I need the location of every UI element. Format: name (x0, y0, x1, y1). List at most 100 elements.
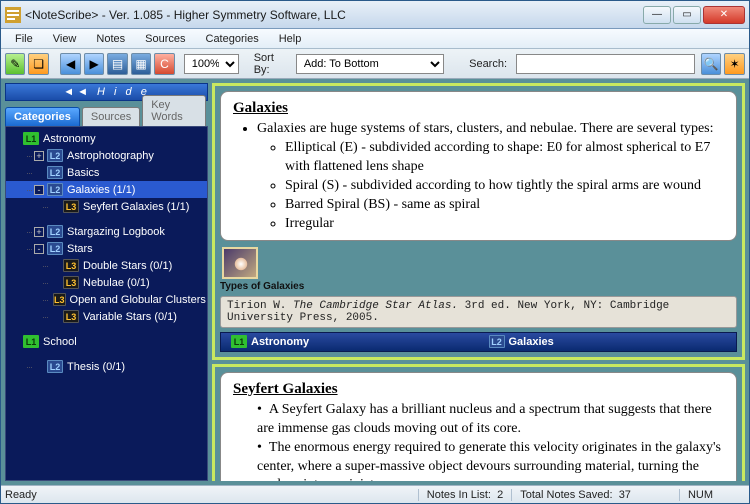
level-badge: L3 (63, 310, 79, 323)
minimize-button[interactable]: — (643, 6, 671, 24)
prev-button[interactable]: ◀ (60, 53, 80, 75)
zoom-select[interactable]: 100% (184, 54, 239, 74)
tree-spacer (50, 261, 60, 271)
note-bullet: Irregular (285, 215, 724, 234)
sort-label: Sort By: (254, 52, 290, 76)
note-group-2: Seyfert Galaxies • A Seyfert Galaxy has … (212, 364, 745, 481)
level-badge: L1 (23, 335, 39, 348)
tree-spacer (34, 168, 44, 178)
menubar: File View Notes Sources Categories Help (1, 29, 749, 49)
status-ready: Ready (5, 489, 37, 501)
note-text: Galaxies are huge systems of stars, clus… (257, 121, 714, 136)
note-bullet: Spiral (S) - subdivided according to how… (285, 177, 724, 196)
note-title: Galaxies (233, 98, 724, 118)
tree-item-label: Basics (67, 167, 99, 179)
tree-item-label: Stargazing Logbook (67, 226, 165, 238)
crumb-galaxies[interactable]: L2Galaxies (479, 335, 737, 348)
maximize-button[interactable]: ▭ (673, 6, 701, 24)
tree-item[interactable]: ···+L2Stargazing Logbook (6, 223, 207, 240)
delete-button[interactable]: C (154, 53, 174, 75)
note-card-seyfert[interactable]: Seyfert Galaxies • A Seyfert Galaxy has … (220, 372, 737, 481)
level-badge: L2 (47, 360, 63, 373)
level-badge: L2 (47, 225, 63, 238)
citation-title: The Cambridge Star Atlas. (293, 300, 458, 312)
tree-item-label: Thesis (0/1) (67, 361, 125, 373)
expand-icon[interactable]: + (34, 227, 44, 237)
collapse-icon[interactable]: - (34, 244, 44, 254)
tree-item-label: Astrophotography (67, 150, 154, 162)
tab-keywords[interactable]: Key Words (142, 95, 206, 126)
menu-notes[interactable]: Notes (86, 31, 135, 47)
tree-item[interactable]: ···L2Basics (6, 164, 207, 181)
tree-spacer (50, 278, 60, 288)
tree-item[interactable]: ···-L2Stars (6, 240, 207, 257)
attachment-label: Types of Galaxies (220, 281, 304, 292)
crumb-astronomy[interactable]: L1Astronomy (221, 335, 479, 348)
workarea: ◄◄ H i d e Categories Sources Key Words … (1, 79, 749, 485)
tree-item-label: Stars (67, 243, 93, 255)
sortby-select[interactable]: Add: To Bottom (296, 54, 444, 74)
menu-file[interactable]: File (5, 31, 43, 47)
tree-spacer (34, 362, 44, 372)
new-note-button[interactable]: ✎ (5, 53, 25, 75)
collapse-icon[interactable]: - (34, 185, 44, 195)
close-button[interactable]: ✕ (703, 6, 745, 24)
tree-item[interactable]: ···L3Seyfert Galaxies (1/1) (6, 198, 207, 215)
left-tabs: Categories Sources Key Words (5, 104, 208, 126)
level-badge: L2 (47, 242, 63, 255)
level-badge: L1 (23, 132, 39, 145)
menu-help[interactable]: Help (269, 31, 312, 47)
tree-item[interactable]: ···L3Double Stars (0/1) (6, 257, 207, 274)
window-titlebar: <NoteScribe> - Ver. 1.085 - Higher Symme… (1, 1, 749, 29)
level-badge: L2 (47, 183, 63, 196)
level-badge: L3 (63, 276, 79, 289)
tree-item[interactable]: ···+L2Astrophotography (6, 147, 207, 164)
expand-icon[interactable]: + (34, 151, 44, 161)
tree-spacer (50, 312, 60, 322)
tab-categories[interactable]: Categories (5, 107, 80, 126)
tree-item[interactable]: L1 School (6, 333, 207, 350)
statusbar: Ready Notes In List: 2 Total Notes Saved… (1, 485, 749, 503)
window-title: <NoteScribe> - Ver. 1.085 - Higher Symme… (25, 8, 641, 22)
tree-item-label: Seyfert Galaxies (1/1) (83, 201, 189, 213)
search-input[interactable] (516, 54, 695, 74)
category-tree[interactable]: L1Astronomy···+L2Astrophotography···L2Ba… (5, 126, 208, 481)
tree-item-label: Galaxies (1/1) (67, 184, 135, 196)
search-go-button[interactable]: 🔍 (701, 53, 721, 75)
tree-spacer (50, 202, 60, 212)
next-button[interactable]: ▶ (84, 53, 104, 75)
tree-item-label: Open and Globular Clusters (0/1) (70, 294, 208, 306)
tree-item[interactable]: ···L3Nebulae (0/1) (6, 274, 207, 291)
tool-button-right[interactable]: ✶ (724, 53, 744, 75)
view-button-2[interactable]: ▦ (131, 53, 151, 75)
tree-item[interactable]: ···-L2Galaxies (1/1) (6, 181, 207, 198)
status-notes-in-list: Notes In List: 2 (418, 489, 511, 501)
tool-button-2[interactable]: ❏ (28, 53, 48, 75)
tree-item[interactable]: ···L3Open and Globular Clusters (0/1) (6, 291, 207, 308)
citation-author: Tirion W. (227, 300, 293, 312)
tree-item[interactable]: ···L2Thesis (0/1) (6, 358, 207, 375)
note-card-galaxies[interactable]: Galaxies Galaxies are huge systems of st… (220, 91, 737, 241)
view-button-1[interactable]: ▤ (107, 53, 127, 75)
menu-view[interactable]: View (43, 31, 87, 47)
attachment-area: Types of Galaxies (220, 245, 737, 292)
note-group-1: Galaxies Galaxies are huge systems of st… (212, 83, 745, 360)
tab-sources[interactable]: Sources (82, 107, 140, 126)
attachment-thumbnail[interactable] (222, 247, 258, 279)
left-panel: ◄◄ H i d e Categories Sources Key Words … (5, 83, 208, 481)
menu-categories[interactable]: Categories (196, 31, 269, 47)
tree-item[interactable]: ···L3Variable Stars (0/1) (6, 308, 207, 325)
tree-item[interactable]: L1Astronomy (6, 130, 207, 147)
note-bullet: Elliptical (E) - subdivided according to… (285, 139, 724, 177)
level-badge: L3 (53, 293, 66, 306)
level-badge: L3 (63, 259, 79, 272)
status-num: NUM (679, 489, 721, 501)
tree-spacer (10, 337, 20, 347)
note-bullet: Barred Spiral (BS) - same as spiral (285, 196, 724, 215)
menu-sources[interactable]: Sources (135, 31, 195, 47)
tree-item-label: School (43, 336, 77, 348)
breadcrumb-bar: L1Astronomy L2Galaxies (220, 332, 737, 352)
note-bullet: • A Seyfert Galaxy has a brilliant nucle… (257, 401, 724, 439)
note-title: Seyfert Galaxies (233, 379, 724, 399)
status-total-saved: Total Notes Saved: 37 (511, 489, 639, 501)
